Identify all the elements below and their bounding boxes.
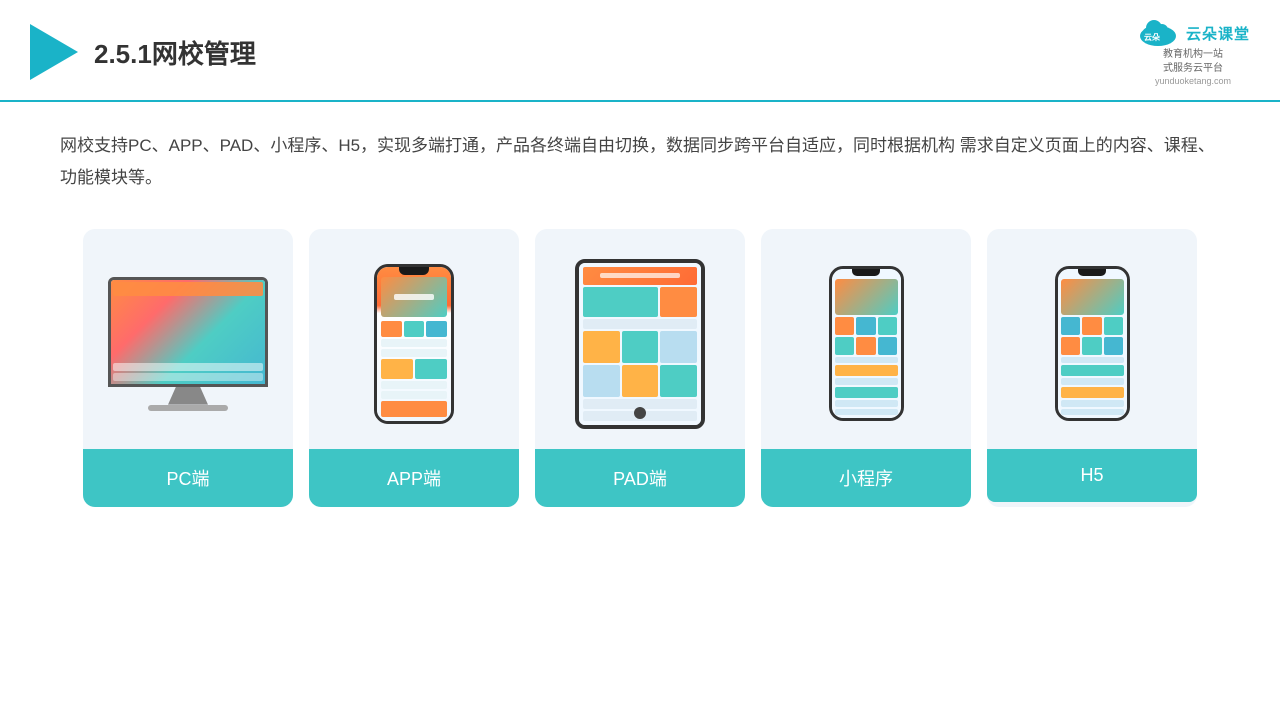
mini-screen2	[1058, 269, 1127, 418]
mini-cell-h5-5	[1082, 337, 1102, 355]
tablet-cell1	[583, 331, 620, 363]
pc-stand	[168, 387, 208, 405]
page-header: 2.5.1网校管理 云朵 云朵课堂 教育机构一站式服务云平台 yunduoket…	[0, 0, 1280, 102]
mini-row-h5-3	[1061, 400, 1124, 407]
card-h5-image	[987, 229, 1197, 449]
card-pc-label: PC端	[83, 449, 293, 507]
card-miniprogram: 小程序	[761, 229, 971, 507]
mini-cell-h5-4	[1061, 337, 1081, 355]
pc-screen	[111, 280, 265, 384]
pc-mockup	[108, 277, 268, 411]
pc-base	[148, 405, 228, 411]
mini-screen1	[832, 269, 901, 418]
mini-strip-h5-2	[1061, 387, 1124, 398]
phone-row4	[381, 391, 447, 399]
mini-cell-h5-1	[1061, 317, 1081, 335]
phone-app-screen	[377, 267, 451, 421]
brand-slogan: 教育机构一站式服务云平台	[1163, 48, 1223, 76]
tablet-block-big	[583, 287, 658, 317]
tablet-mockup	[575, 259, 705, 429]
phone-row1	[381, 339, 447, 347]
tablet-header-bar	[583, 267, 697, 285]
mini-strip2-1	[835, 387, 898, 398]
mini-strip1	[835, 365, 898, 376]
page-title: 2.5.1网校管理	[94, 34, 256, 71]
description-content: 网校支持PC、APP、PAD、小程序、H5，实现多端打通，产品各终端自由切换，数…	[60, 136, 1215, 187]
mini-phone-mockup1	[829, 266, 904, 421]
tablet-grid	[583, 331, 697, 397]
tablet-row1	[583, 319, 697, 329]
pc-monitor	[108, 277, 268, 387]
mini-cell4	[835, 337, 855, 355]
header-brand: 云朵 云朵课堂 教育机构一站式服务云平台 yunduoketang.com	[1136, 18, 1250, 86]
tablet-cell4	[583, 365, 620, 397]
mini-notch1	[852, 269, 880, 276]
mini-row-h5-1	[1061, 357, 1124, 364]
card-app: APP端	[309, 229, 519, 507]
mini-cell-h5-3	[1104, 317, 1124, 335]
brand-url: yunduoketang.com	[1155, 76, 1231, 86]
card-app-label: APP端	[309, 449, 519, 507]
mini-row4	[835, 409, 898, 416]
mini-grid2	[1061, 317, 1124, 355]
tablet-content-row	[583, 287, 697, 317]
mini-cell-h5-6	[1104, 337, 1124, 355]
card-app-image	[309, 229, 519, 449]
card-pc-image	[83, 229, 293, 449]
mini-row-h5-4	[1061, 409, 1124, 416]
card-miniprogram-image	[761, 229, 971, 449]
mini-notch2	[1078, 269, 1106, 276]
cards-container: PC端	[0, 205, 1280, 537]
phone-notch	[399, 267, 429, 275]
card-pad-label: PAD端	[535, 449, 745, 507]
card-h5: H5	[987, 229, 1197, 507]
cloud-icon: 云朵	[1136, 18, 1180, 48]
mini-row-h5-2	[1061, 378, 1124, 385]
card-miniprogram-label: 小程序	[761, 449, 971, 507]
mini-grid1	[835, 317, 898, 355]
header-left: 2.5.1网校管理	[30, 24, 256, 80]
mini-cell-h5-2	[1082, 317, 1102, 335]
mini-cell1	[835, 317, 855, 335]
mini-row3	[835, 400, 898, 407]
tablet-cell5	[622, 365, 659, 397]
tablet-cell6	[660, 365, 697, 397]
phone-banner	[381, 277, 447, 317]
logo-triangle-icon	[30, 24, 78, 80]
mini-cell5	[856, 337, 876, 355]
svg-text:云朵: 云朵	[1144, 32, 1160, 42]
phone-app-mockup	[374, 264, 454, 424]
mini-row2	[835, 378, 898, 385]
tablet-block-sm	[660, 287, 697, 317]
card-h5-label: H5	[987, 449, 1197, 502]
card-pad-image	[535, 229, 745, 449]
mini-cell6	[878, 337, 898, 355]
phone-row2	[381, 349, 447, 357]
mini-phone-mockup2	[1055, 266, 1130, 421]
mini-cell2	[856, 317, 876, 335]
mini-row1	[835, 357, 898, 364]
tablet-cell2	[622, 331, 659, 363]
card-pc: PC端	[83, 229, 293, 507]
mini-strip-h5-1	[1061, 365, 1124, 376]
mini-banner1	[835, 279, 898, 314]
description-text: 网校支持PC、APP、PAD、小程序、H5，实现多端打通，产品各终端自由切换，数…	[0, 102, 1280, 205]
brand-name: 云朵课堂	[1186, 23, 1250, 44]
card-pad: PAD端	[535, 229, 745, 507]
tablet-home-btn	[634, 407, 646, 419]
tablet-cell3	[660, 331, 697, 363]
brand-logo: 云朵 云朵课堂	[1136, 18, 1250, 48]
phone-row3	[381, 381, 447, 389]
mini-banner2	[1061, 279, 1124, 314]
tablet-screen	[579, 263, 701, 425]
mini-cell3	[878, 317, 898, 335]
